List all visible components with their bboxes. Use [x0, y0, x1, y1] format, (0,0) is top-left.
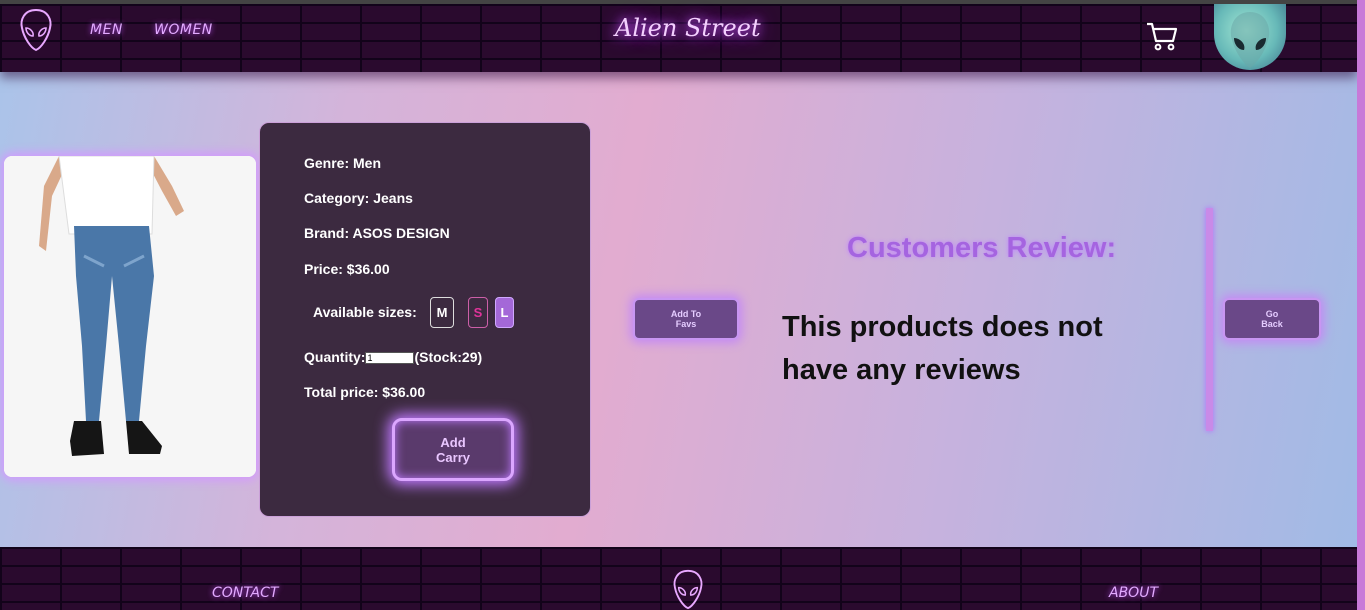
quantity-row: Quantity: 1 (Stock:29) — [304, 349, 482, 365]
price-text: Price: $36.00 — [304, 261, 390, 277]
add-to-cart-button[interactable]: Add Carry — [392, 418, 514, 481]
product-image — [4, 156, 256, 477]
footer-contact-link[interactable]: CONTACT — [212, 585, 278, 601]
size-button-l[interactable]: L — [495, 297, 514, 328]
reviews-empty-text: This products does not have any reviews — [782, 311, 1103, 386]
jeans-model-image — [4, 156, 256, 477]
category-text: Category: Jeans — [304, 190, 413, 206]
sizes-label: Available sizes: — [313, 304, 417, 320]
size-button-s[interactable]: S — [468, 297, 488, 328]
go-back-label-2: Back — [1261, 319, 1283, 329]
alien-logo-icon[interactable] — [670, 569, 706, 610]
go-back-button[interactable]: Go Back — [1223, 298, 1321, 340]
cart-icon[interactable] — [1145, 20, 1179, 52]
footer: CONTACT ABOUT — [0, 547, 1357, 610]
nav-men[interactable]: MEN — [90, 22, 123, 38]
scrollbar[interactable] — [1357, 0, 1365, 610]
brand-text: Brand: ASOS DESIGN — [304, 225, 450, 241]
stock-text: (Stock:29) — [414, 349, 483, 365]
go-back-label-1: Go — [1265, 309, 1279, 319]
alien-logo-icon[interactable] — [18, 8, 54, 52]
genre-text: Genre: Men — [304, 155, 382, 171]
total-price-text: Total price: $36.00 — [304, 384, 426, 400]
add-favs-label-1: Add To — [670, 309, 702, 319]
user-avatar[interactable] — [1214, 4, 1286, 70]
nav-women[interactable]: WOMEN — [154, 22, 213, 38]
quantity-label: Quantity: — [304, 349, 366, 365]
brand-title[interactable]: Alien Street — [615, 14, 761, 42]
size-button-m[interactable]: M — [430, 297, 454, 328]
footer-about-link[interactable]: ABOUT — [1109, 585, 1158, 601]
quantity-input[interactable]: 1 — [365, 352, 415, 365]
product-details-card: Genre: Men Category: Jeans Brand: ASOS D… — [259, 122, 591, 517]
add-cart-label-1: Add — [440, 434, 466, 450]
add-favs-label-2: Favs — [675, 319, 697, 329]
header: MEN WOMEN Alien Street — [0, 0, 1357, 72]
add-to-favs-button[interactable]: Add To Favs — [633, 298, 739, 340]
add-cart-label-2: Carry — [436, 449, 470, 465]
alien-avatar-icon — [1230, 12, 1270, 68]
reviews-title: Customers Review: — [847, 232, 1117, 264]
vertical-divider — [1206, 208, 1213, 431]
